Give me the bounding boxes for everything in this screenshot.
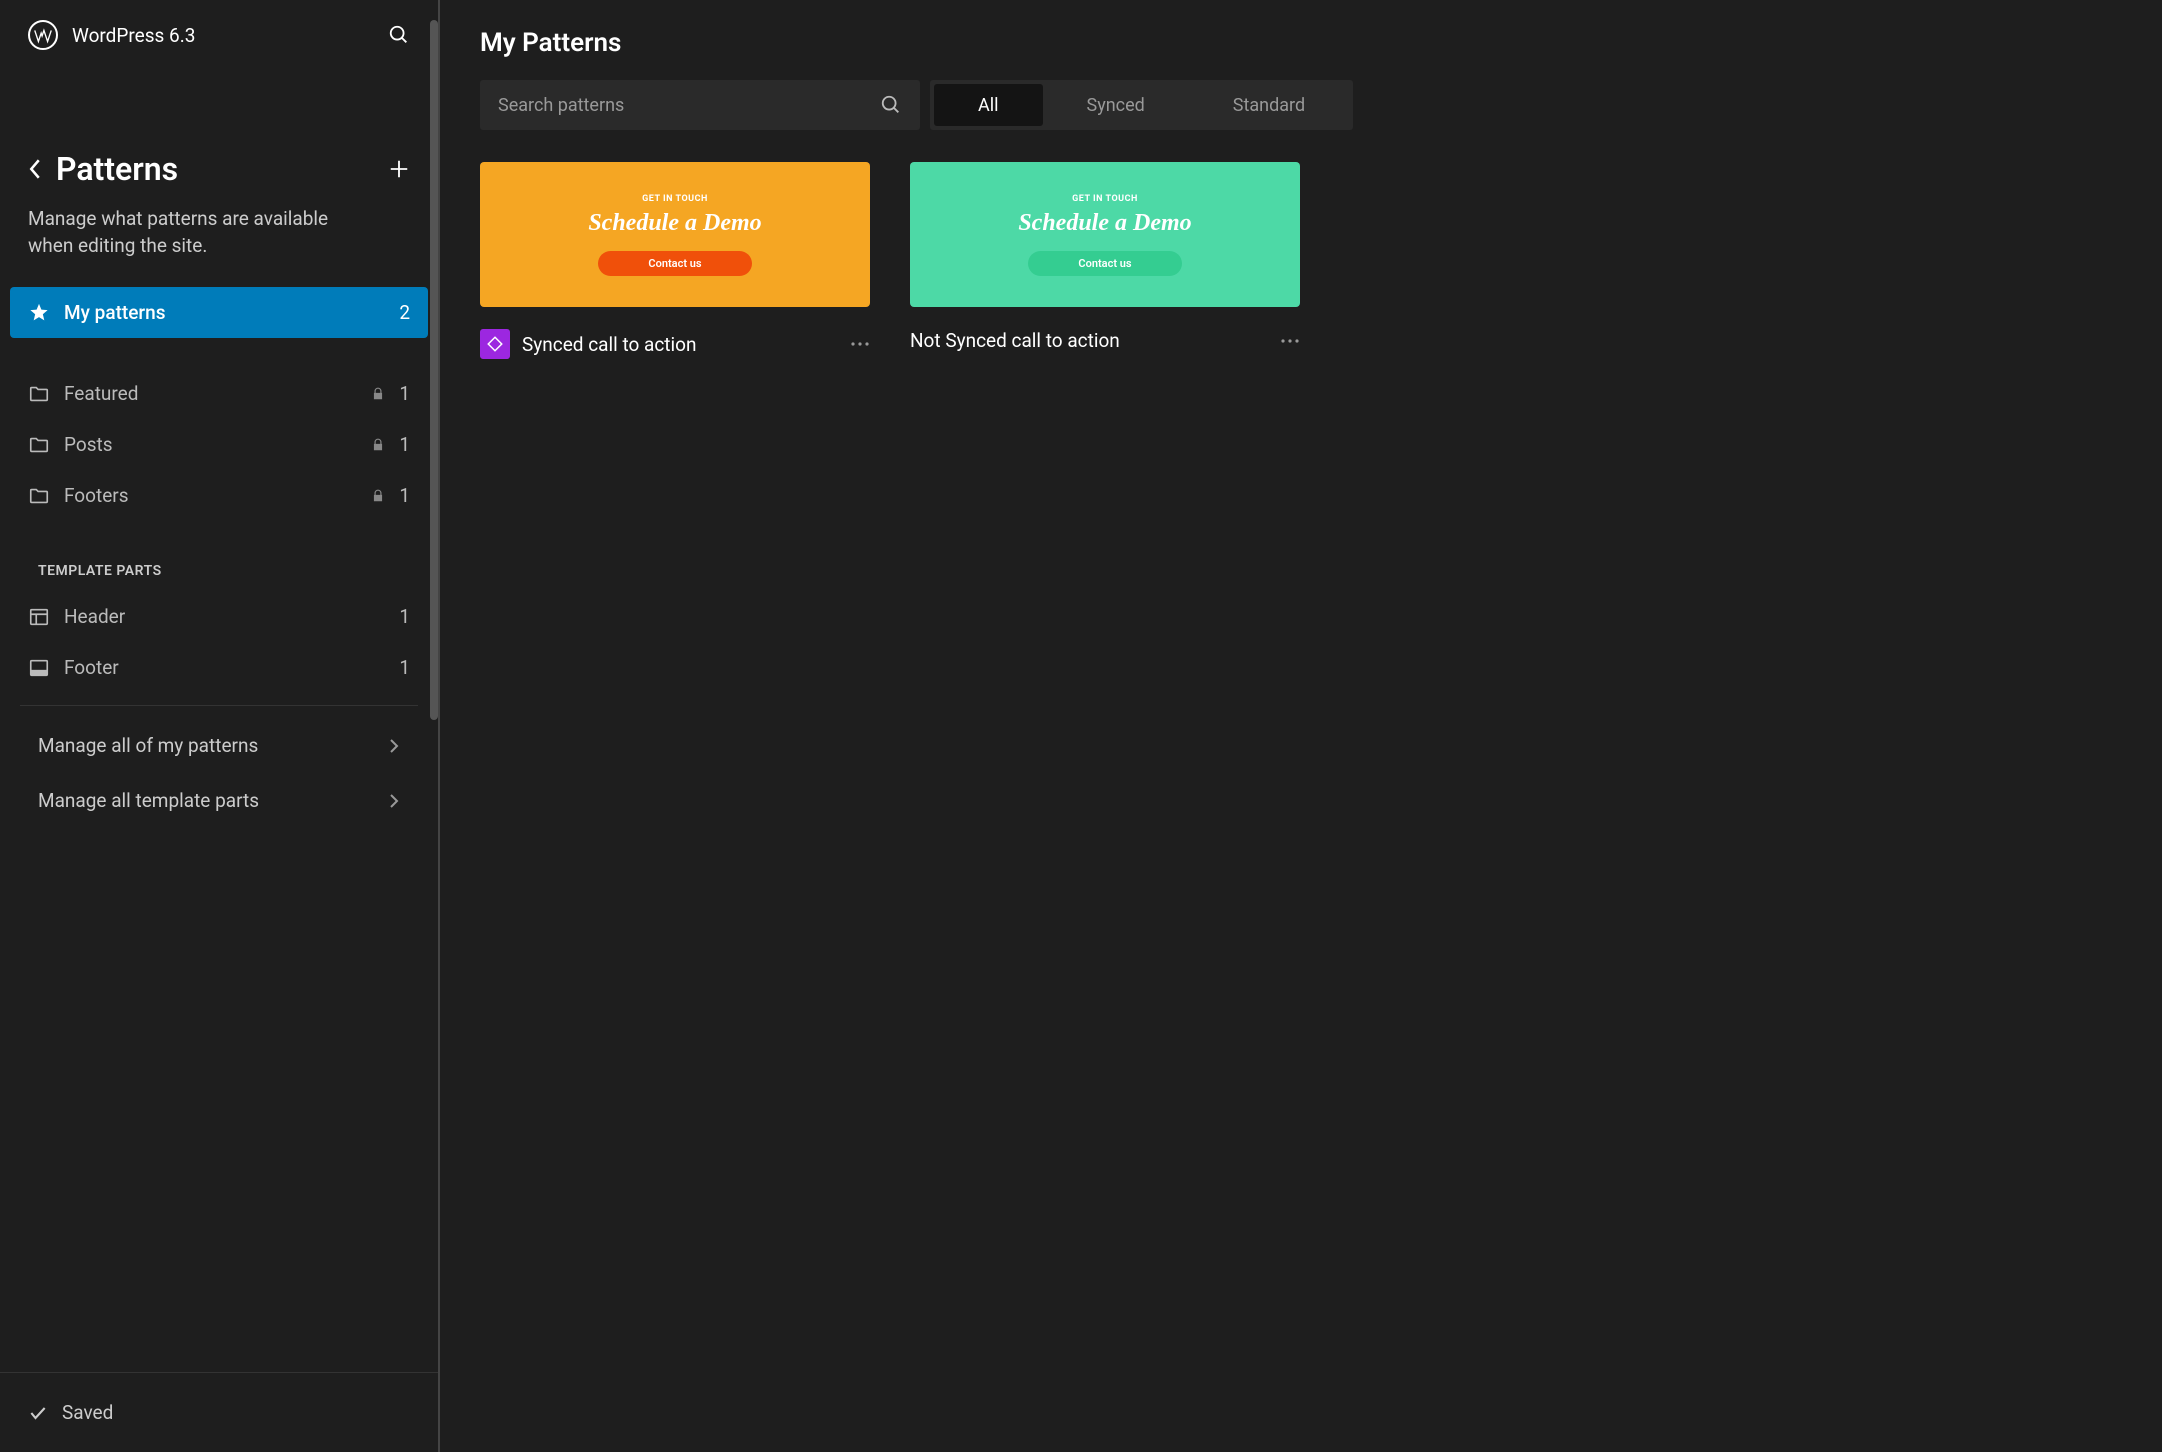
page-description: Manage what patterns are available when … — [0, 198, 380, 287]
preview-heading: Schedule a Demo — [588, 210, 761, 237]
open-command-palette-button[interactable] — [388, 24, 410, 46]
footer-layout-icon — [28, 657, 50, 679]
sidebar-item-footer-template[interactable]: Footer 1 — [10, 642, 428, 693]
check-icon — [28, 1403, 48, 1423]
chevron-right-icon — [388, 738, 400, 754]
sidebar-item-count: 1 — [399, 605, 410, 628]
search-input[interactable] — [498, 95, 880, 116]
sidebar-item-my-patterns[interactable]: My patterns 2 — [10, 287, 428, 338]
chevron-right-icon — [388, 793, 400, 809]
sidebar-item-label: Header — [64, 605, 385, 628]
sidebar-item-label: Footers — [64, 484, 365, 507]
add-pattern-button[interactable] — [388, 158, 410, 180]
filter-tabs: All Synced Standard — [930, 80, 1353, 130]
more-options-button[interactable] — [850, 340, 870, 348]
sidebar-item-posts[interactable]: Posts 1 — [10, 419, 428, 470]
pattern-card[interactable]: GET IN TOUCH Schedule a Demo Contact us … — [480, 162, 870, 359]
save-status: Saved — [0, 1372, 438, 1452]
search-patterns-box[interactable] — [480, 80, 920, 130]
site-title: WordPress 6.3 — [72, 24, 374, 47]
more-options-button[interactable] — [1280, 337, 1300, 345]
sidebar-item-label: Posts — [64, 433, 365, 456]
header-layout-icon — [28, 606, 50, 628]
back-button[interactable] — [28, 159, 42, 179]
wordpress-logo-icon[interactable] — [28, 20, 58, 50]
sidebar-item-featured[interactable]: Featured 1 — [10, 368, 428, 419]
page-title: Patterns — [56, 150, 374, 188]
template-parts-heading: TEMPLATE PARTS — [10, 551, 428, 591]
folder-icon — [28, 383, 50, 405]
pattern-preview: GET IN TOUCH Schedule a Demo Contact us — [480, 162, 870, 307]
scrollbar[interactable] — [430, 20, 438, 720]
divider — [20, 705, 418, 706]
preview-button: Contact us — [1028, 251, 1181, 276]
saved-label: Saved — [62, 1401, 113, 1424]
star-icon — [28, 302, 50, 324]
pattern-title: Not Synced call to action — [910, 329, 1268, 352]
pattern-card[interactable]: GET IN TOUCH Schedule a Demo Contact us … — [910, 162, 1300, 359]
synced-badge-icon — [480, 329, 510, 359]
lock-icon — [371, 489, 385, 503]
sidebar-item-header-template[interactable]: Header 1 — [10, 591, 428, 642]
preview-button: Contact us — [598, 251, 751, 276]
manage-label: Manage all template parts — [38, 789, 388, 812]
pattern-preview: GET IN TOUCH Schedule a Demo Contact us — [910, 162, 1300, 307]
manage-all-patterns-link[interactable]: Manage all of my patterns — [10, 718, 428, 773]
manage-label: Manage all of my patterns — [38, 734, 388, 757]
main-title: My Patterns — [480, 28, 2122, 58]
preview-eyebrow: GET IN TOUCH — [642, 194, 708, 204]
lock-icon — [371, 387, 385, 401]
sidebar-item-label: Footer — [64, 656, 385, 679]
pattern-title: Synced call to action — [522, 333, 838, 356]
search-icon — [880, 94, 902, 116]
filter-tab-synced[interactable]: Synced — [1043, 84, 1189, 126]
sidebar-item-footers[interactable]: Footers 1 — [10, 470, 428, 521]
sidebar-item-count: 2 — [399, 301, 410, 324]
preview-eyebrow: GET IN TOUCH — [1072, 194, 1138, 204]
preview-heading: Schedule a Demo — [1018, 210, 1191, 237]
filter-tab-standard[interactable]: Standard — [1189, 84, 1349, 126]
manage-all-template-parts-link[interactable]: Manage all template parts — [10, 773, 428, 828]
sidebar-item-count: 1 — [399, 433, 410, 456]
folder-icon — [28, 434, 50, 456]
sidebar-item-label: Featured — [64, 382, 365, 405]
filter-tab-all[interactable]: All — [934, 84, 1043, 126]
sidebar-item-label: My patterns — [64, 301, 385, 324]
sidebar-item-count: 1 — [399, 382, 410, 405]
sidebar-item-count: 1 — [399, 656, 410, 679]
lock-icon — [371, 438, 385, 452]
sidebar-item-count: 1 — [399, 484, 410, 507]
folder-icon — [28, 485, 50, 507]
